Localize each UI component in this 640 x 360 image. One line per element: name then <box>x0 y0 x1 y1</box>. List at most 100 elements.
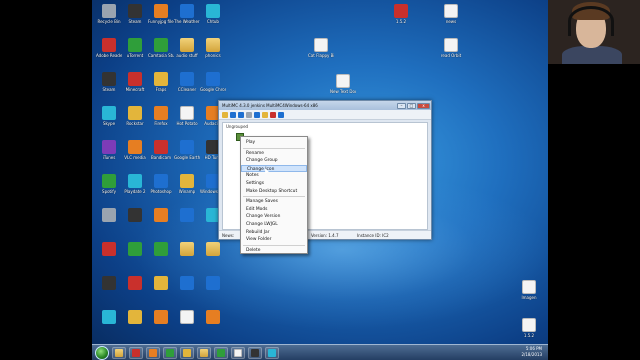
desktop-icon[interactable]: Chtub <box>200 4 226 24</box>
clock-time[interactable]: 5:06 PM <box>526 346 542 351</box>
desktop-icon[interactable] <box>122 208 148 222</box>
desktop-icon[interactable]: Steam <box>96 72 122 92</box>
desktop-icon[interactable]: Skype <box>96 106 122 126</box>
desktop-icon[interactable] <box>96 276 122 290</box>
desktop-icon[interactable]: The Weather Channel App <box>174 4 200 24</box>
menu-item-change-group[interactable]: Change Group <box>241 157 307 165</box>
taskbar-explorer[interactable] <box>112 346 126 359</box>
desktop-icon[interactable]: Firefox <box>148 106 174 126</box>
desktop-icon[interactable]: Google Chrome <box>200 72 226 92</box>
desktop-icon[interactable]: Recycle Bin <box>96 4 122 24</box>
desktop-icon-right-3[interactable]: Cat Flappy Bird <box>308 38 334 58</box>
start-button[interactable] <box>95 345 109 360</box>
desktop-icon[interactable]: Minecraft <box>122 72 148 92</box>
app-icon <box>128 106 142 120</box>
menu-item-delete[interactable]: Delete <box>241 247 307 255</box>
desktop-icon[interactable] <box>200 242 226 256</box>
desktop-icon[interactable] <box>148 208 174 222</box>
desktop-icon[interactable] <box>200 276 226 290</box>
new-instance-icon[interactable] <box>222 111 228 118</box>
menu-item-view-folder[interactable]: View Folder <box>241 236 307 244</box>
desktop-icon[interactable]: iTunes <box>96 140 122 160</box>
desktop-icon[interactable]: Fraps <box>148 72 174 92</box>
desktop-icon[interactable] <box>96 242 122 256</box>
desktop-icon[interactable]: Camtasia Studio 8 <box>148 38 174 58</box>
desktop-icon[interactable]: Hot Potato <box>174 106 200 126</box>
check-update-icon[interactable] <box>254 111 260 118</box>
desktop-icon[interactable]: Adobe Reader X <box>96 38 122 58</box>
menu-item-change-icon[interactable]: Change Icon <box>241 164 307 173</box>
desktop-icon[interactable]: Funnyjpg files <box>148 4 174 24</box>
desktop-icon[interactable]: Google Earth <box>174 140 200 160</box>
menu-item-make-desktop-shortcut[interactable]: Make Desktop Shortcut <box>241 188 307 196</box>
desktop-icon[interactable]: uTorrent <box>122 38 148 58</box>
desktop-icon[interactable] <box>148 276 174 290</box>
document-icon <box>444 4 458 18</box>
desktop-icon-right-7[interactable]: 1.5.2 <box>516 318 542 338</box>
desktop-icon-right-4[interactable]: read Orbit <box>438 38 464 58</box>
desktop-icon[interactable] <box>96 310 122 324</box>
desktop-icon[interactable]: Spotify <box>96 174 122 194</box>
settings-icon[interactable] <box>246 111 252 118</box>
desktop-icon-right-2[interactable]: news <box>438 4 464 24</box>
desktop-icon-right-1[interactable]: 1.5.2 <box>388 4 414 24</box>
clock-date[interactable]: 2/18/2013 <box>521 352 542 357</box>
app-icon <box>180 106 194 120</box>
desktop-icon[interactable] <box>122 242 148 256</box>
desktop-icon[interactable] <box>174 276 200 290</box>
desktop-icon[interactable] <box>174 242 200 256</box>
taskbar-skype[interactable] <box>265 346 279 359</box>
bug-report-icon[interactable] <box>270 111 276 118</box>
menu-item-play[interactable]: Play <box>241 139 307 147</box>
taskbar-minecraft[interactable] <box>163 346 177 359</box>
desktop-icon[interactable]: Playdate 2 <box>122 174 148 194</box>
taskbar-multimc[interactable] <box>180 346 194 359</box>
app-icon <box>180 140 194 154</box>
desktop-icon[interactable]: Winamp <box>174 174 200 194</box>
menu-item-rebuild-jar[interactable]: Rebuild Jar <box>241 229 307 237</box>
desktop-icon[interactable]: VLC media <box>122 140 148 160</box>
menu-item-settings[interactable]: Settings <box>241 180 307 188</box>
webcam-shirt <box>562 46 622 64</box>
taskbar-notepad[interactable] <box>231 346 245 359</box>
desktop-icon[interactable]: Steam <box>122 4 148 24</box>
desktop-icon-right-6[interactable]: Imagen <box>516 280 542 300</box>
desktop-icon[interactable]: Rockstar <box>122 106 148 126</box>
desktop-icon[interactable]: Photoshop <box>148 174 174 194</box>
minimize-button[interactable]: – <box>397 102 406 109</box>
menu-item-rename[interactable]: Rename <box>241 150 307 158</box>
desktop-icon[interactable] <box>174 310 200 324</box>
refresh-icon[interactable] <box>238 111 244 118</box>
desktop-icon[interactable] <box>122 310 148 324</box>
taskbar-folder[interactable] <box>197 346 211 359</box>
about-icon[interactable] <box>278 111 284 118</box>
view-folder-icon[interactable] <box>230 111 236 118</box>
group-header[interactable]: Ungrouped <box>223 123 427 130</box>
desktop-icon-label: Camtasia Studio 8 <box>148 53 174 58</box>
taskbar-camtasia[interactable] <box>214 346 228 359</box>
desktop-icon[interactable]: phonics <box>200 38 226 58</box>
help-icon[interactable] <box>262 111 268 118</box>
menu-item-edit-mods[interactable]: Edit Mods <box>241 206 307 214</box>
desktop-icon[interactable]: audio stuff <box>174 38 200 58</box>
maximize-button[interactable]: □ <box>407 102 416 109</box>
menu-item-change-version[interactable]: Change Version <box>241 213 307 221</box>
menu-item-manage-saves[interactable]: Manage Saves <box>241 198 307 206</box>
close-button[interactable]: x <box>417 102 430 109</box>
window-titlebar[interactable]: MultiMC 4.3.0 jenkins MultiMC4Windows-64… <box>219 101 431 110</box>
desktop-icon[interactable] <box>174 208 200 222</box>
menu-item-notes[interactable]: Notes <box>241 172 307 180</box>
desktop-icon[interactable] <box>148 310 174 324</box>
desktop-icon[interactable] <box>200 310 226 324</box>
taskbar-vlc[interactable] <box>248 346 262 359</box>
menu-item-change-lwjgl[interactable]: Change LWJGL <box>241 221 307 229</box>
desktop-icon-right-5[interactable]: New Text Document <box>330 74 356 94</box>
desktop-icon[interactable] <box>148 242 174 256</box>
desktop-icon[interactable] <box>122 276 148 290</box>
desktop-icon[interactable] <box>96 208 122 222</box>
app-icon <box>154 276 168 290</box>
desktop-icon[interactable]: CCleaner <box>174 72 200 92</box>
taskbar-chrome[interactable] <box>129 346 143 359</box>
desktop-icon[interactable]: Bandicam <box>148 140 174 160</box>
taskbar-media-player[interactable] <box>146 346 160 359</box>
